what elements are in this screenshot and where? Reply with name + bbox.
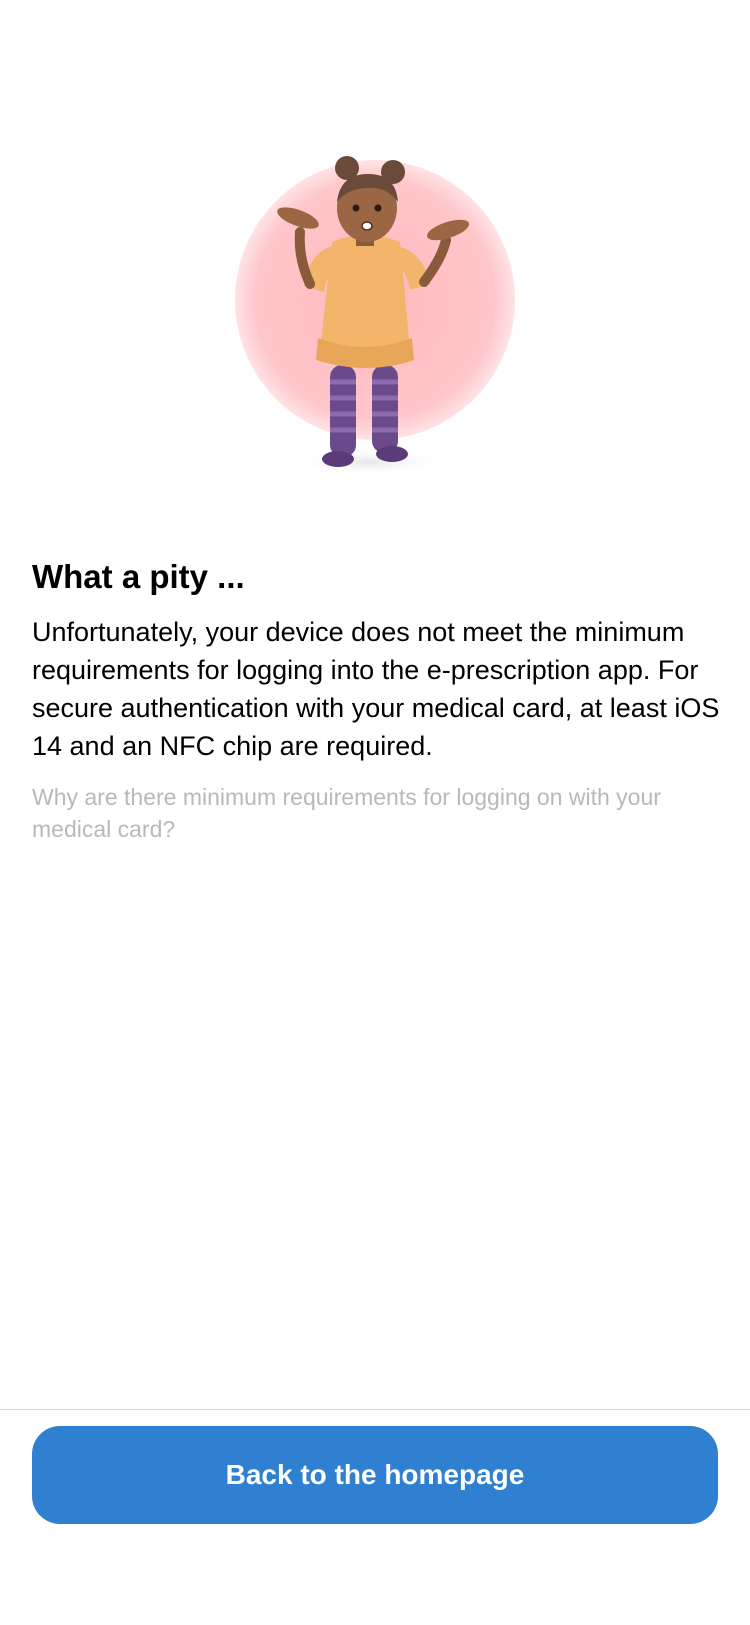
back-to-homepage-button[interactable]: Back to the homepage bbox=[32, 1426, 718, 1524]
message-section: What a pity ... Unfortunately, your devi… bbox=[32, 555, 722, 845]
mouth bbox=[361, 221, 373, 231]
page-title: What a pity ... bbox=[32, 558, 245, 595]
footer: Back to the homepage bbox=[0, 1409, 750, 1625]
illustration-graphic bbox=[235, 156, 515, 476]
description-text: Unfortunately, your device does not meet… bbox=[32, 617, 720, 761]
right-leg bbox=[372, 365, 398, 453]
shrugging-girl-illustration bbox=[220, 150, 520, 490]
left-leg bbox=[330, 365, 356, 457]
ground-shadow bbox=[290, 448, 450, 476]
minimum-requirements-info-link[interactable]: Why are there minimum requirements for l… bbox=[32, 781, 722, 845]
right-foot bbox=[376, 446, 408, 462]
right-eye bbox=[374, 204, 382, 212]
left-eye bbox=[352, 204, 360, 212]
left-foot bbox=[322, 451, 354, 467]
